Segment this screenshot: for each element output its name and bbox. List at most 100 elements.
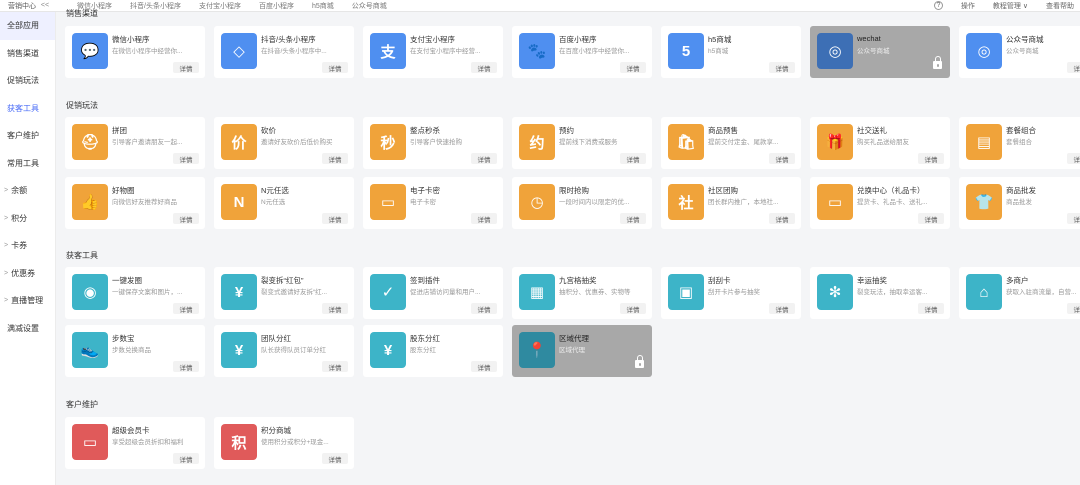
app-card[interactable]: 价砍价 邀请好友砍价后低价购买 详情	[214, 117, 354, 169]
detail-button[interactable]: 详情	[769, 153, 795, 164]
app-card[interactable]: 5 h5商城 h5商城 详情	[661, 26, 801, 78]
sidebar-item-acquisition[interactable]: 获客工具	[0, 95, 55, 123]
app-card[interactable]: ⛑ 拼团 引导客户邀请朋友一起... 详情	[65, 117, 205, 169]
app-card[interactable]: ▤套餐组合套餐组合详情	[959, 117, 1080, 169]
app-card-description: 提货卡、礼品卡、送礼...	[857, 199, 928, 206]
operate-link[interactable]: 操作	[961, 1, 975, 11]
tutorial-manage-dropdown[interactable]: 教程管理 ∨	[993, 1, 1028, 11]
limited-time-icon: ◷	[519, 184, 555, 220]
sidebar-item-label: 满减设置	[7, 323, 39, 333]
detail-button[interactable]: 详情	[173, 303, 199, 314]
app-card[interactable]: ▭ 超级会员卡 享受超级会员折扣和福利 详情	[65, 417, 205, 469]
app-card[interactable]: ◇ 抖音/头条小程序 在抖音/头条小程序中... 详情	[214, 26, 354, 78]
app-card[interactable]: ◉ 一键发圈 一键保存文案和图片，... 详情	[65, 267, 205, 319]
detail-button[interactable]: 详情	[471, 153, 497, 164]
tab-h5-mall[interactable]: h5商城	[312, 1, 334, 11]
bargain-icon: 价	[221, 124, 257, 160]
detail-button[interactable]: 详情	[322, 62, 348, 73]
sidebar-item-points[interactable]: > 积分	[0, 205, 55, 233]
app-card-name: 股东分红	[410, 334, 440, 343]
app-card[interactable]: ▭ 电子卡密 电子卡密 详情	[363, 177, 503, 229]
sidebar-item-coupons[interactable]: > 优惠券	[0, 260, 55, 288]
app-card[interactable]: 🎁 社交送礼 购买礼品送给朋友 详情	[810, 117, 950, 169]
detail-button[interactable]: 详情	[620, 303, 646, 314]
app-card-description: 引导客户快速抢购	[410, 139, 462, 146]
sidebar-item-all-apps[interactable]: 全部应用	[0, 12, 55, 40]
detail-button[interactable]: 详情	[918, 153, 944, 164]
detail-button[interactable]: 详情	[173, 453, 199, 464]
app-card[interactable]: ¥ 团队分红 队长获得队员订单分红 详情	[214, 325, 354, 377]
sidebar-item-promotions[interactable]: 促销玩法	[0, 67, 55, 95]
detail-button[interactable]: 详情	[620, 213, 646, 224]
app-card[interactable]: ▦ 九宫格抽奖 抽积分、优惠券、实物等 详情	[512, 267, 652, 319]
detail-button[interactable]: 详情	[620, 62, 646, 73]
app-card[interactable]: ✓ 签到插件 促进店铺访问量和用户... 详情	[363, 267, 503, 319]
sidebar-item-label: 余额	[11, 186, 28, 196]
detail-button[interactable]: 详情	[1067, 213, 1080, 224]
app-card[interactable]: N N元任选 N元任选 详情	[214, 177, 354, 229]
detail-button[interactable]: 详情	[173, 153, 199, 164]
tab-alipay-mini[interactable]: 支付宝小程序	[199, 1, 241, 11]
tab-douyin-mini[interactable]: 抖音/头条小程序	[130, 1, 181, 11]
app-card[interactable]: 约预约 提前线下消费或服务 详情	[512, 117, 652, 169]
detail-button[interactable]: 详情	[918, 303, 944, 314]
app-card[interactable]: 👟 步数宝 步数兑换商品 详情	[65, 325, 205, 377]
app-card[interactable]: ◷ 限时抢购 一段时间内以限定的优... 详情	[512, 177, 652, 229]
app-card[interactable]: 秒整点秒杀 引导客户快速抢购 详情	[363, 117, 503, 169]
detail-button[interactable]: 详情	[769, 213, 795, 224]
app-card[interactable]: ▭ 兑换中心（礼品卡） 提货卡、礼品卡、送礼... 详情	[810, 177, 950, 229]
main-content: 销售渠道 促销玩法 获客工具 客户维护 💬 微信小程序 在微信小程序中经营你... 详…	[57, 9, 1080, 485]
app-card[interactable]: 👕商品批发商品批发详情	[959, 177, 1080, 229]
collapse-sidebar-button[interactable]: <<	[38, 2, 52, 9]
sidebar-item-retention[interactable]: 客户维护	[0, 122, 55, 150]
tab-baidu-mini[interactable]: 百度小程序	[259, 1, 294, 11]
view-help-link[interactable]: 查看帮助	[1046, 1, 1074, 11]
app-card[interactable]: ◎公众号商城公众号商城详情	[959, 26, 1080, 78]
detail-button[interactable]: 详情	[173, 62, 199, 73]
help-icon[interactable]: ?	[933, 1, 943, 10]
tab-official-mall[interactable]: 公众号商城	[352, 1, 387, 11]
detail-button[interactable]: 详情	[769, 303, 795, 314]
detail-button[interactable]: 详情	[471, 62, 497, 73]
app-card[interactable]: ⌂ 多商户获取入驻商流量，自营... 详情	[959, 267, 1080, 319]
app-card[interactable]: 💬 微信小程序 在微信小程序中经营你... 详情	[65, 26, 205, 78]
detail-button[interactable]: 详情	[173, 213, 199, 224]
sidebar-item-balance[interactable]: > 余额	[0, 177, 55, 205]
detail-button[interactable]: 详情	[471, 303, 497, 314]
app-card[interactable]: 社社区团购 团长群内推广，本地社... 详情	[661, 177, 801, 229]
detail-button[interactable]: 详情	[471, 213, 497, 224]
detail-button[interactable]: 详情	[322, 361, 348, 372]
detail-button[interactable]: 详情	[620, 153, 646, 164]
app-card-name: 刮刮卡	[708, 276, 731, 285]
app-card[interactable]: 支支付宝小程序 在支付宝小程序中经营... 详情	[363, 26, 503, 78]
detail-button[interactable]: 详情	[322, 213, 348, 224]
section-title-promo: 促销玩法	[66, 101, 98, 110]
detail-button[interactable]: 详情	[322, 303, 348, 314]
sidebar-item-sales-channels[interactable]: 销售渠道	[0, 40, 55, 68]
sidebar-item-live[interactable]: > 直播管理	[0, 287, 55, 315]
top-bar: 营销中心 << 微信小程序 抖音/头条小程序 支付宝小程序 百度小程序 h5商城…	[0, 0, 1080, 12]
detail-button[interactable]: 详情	[173, 361, 199, 372]
detail-button[interactable]: 详情	[322, 153, 348, 164]
app-card[interactable]: 📍 区域代理 区域代理	[512, 325, 652, 377]
app-card[interactable]: ✻ 幸运抽奖 裂变玩法，抽取幸运客... 详情	[810, 267, 950, 319]
checkin-icon: ✓	[370, 274, 406, 310]
app-card[interactable]: 🐾 百度小程序 在百度小程序中经营你... 详情	[512, 26, 652, 78]
app-card[interactable]: 👍 好物圈 向微信好友推荐好商品 详情	[65, 177, 205, 229]
detail-button[interactable]: 详情	[1067, 153, 1080, 164]
app-card[interactable]: 🛍 商品预售 提前交付定金、尾款享... 详情	[661, 117, 801, 169]
app-card[interactable]: ¥ 裂变拆“红包” 裂变式邀请好友拆“红... 详情	[214, 267, 354, 319]
sidebar-item-tools[interactable]: 常用工具	[0, 150, 55, 178]
detail-button[interactable]: 详情	[769, 62, 795, 73]
detail-button[interactable]: 详情	[1067, 303, 1080, 314]
sidebar-item-vouchers[interactable]: > 卡券	[0, 232, 55, 260]
app-card[interactable]: 积积分商城 使用积分或积分+现金... 详情	[214, 417, 354, 469]
app-card[interactable]: ◎ wechat 公众号商城	[810, 26, 950, 78]
detail-button[interactable]: 详情	[471, 361, 497, 372]
detail-button[interactable]: 详情	[322, 453, 348, 464]
detail-button[interactable]: 详情	[918, 213, 944, 224]
app-card[interactable]: ▣ 刮刮卡 刮开卡片参与抽奖 详情	[661, 267, 801, 319]
app-card[interactable]: ¥ 股东分红 股东分红 详情	[363, 325, 503, 377]
detail-button[interactable]: 详情	[1067, 62, 1080, 73]
sidebar-item-discount[interactable]: 满减设置	[0, 315, 55, 343]
